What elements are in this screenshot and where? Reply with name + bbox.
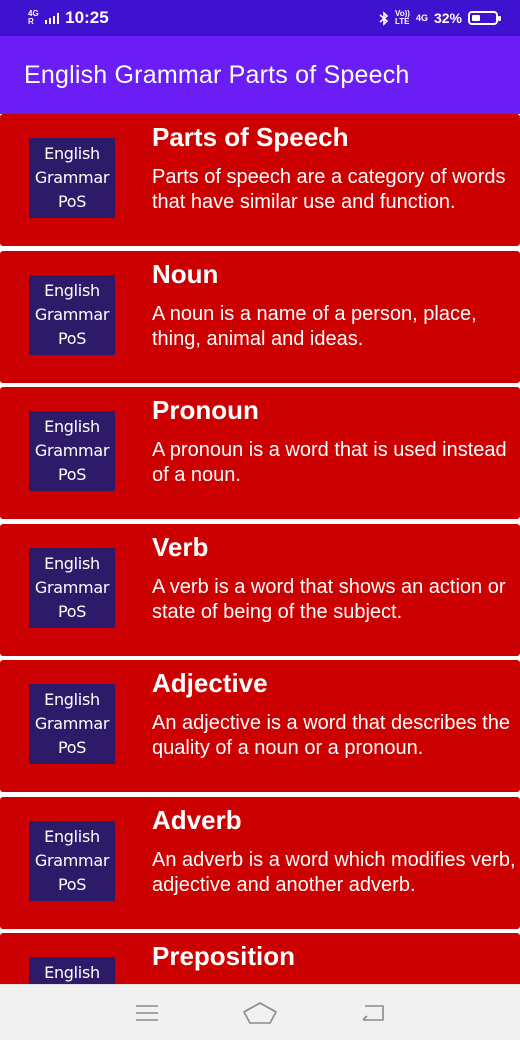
back-icon bbox=[362, 1004, 385, 1021]
bluetooth-icon bbox=[379, 10, 389, 26]
battery-percent: 32% bbox=[433, 10, 462, 26]
list-item[interactable]: English Grammar PoS Adjective An adjective i… bbox=[0, 660, 520, 792]
thumbnail-text: PoS bbox=[57, 465, 87, 484]
thumbnail-text: English bbox=[44, 553, 100, 573]
item-thumbnail: English Grammar PoS bbox=[29, 547, 115, 628]
thumbnail-text: PoS bbox=[57, 738, 87, 757]
status-right: Vo)) LTE 4G 32% bbox=[379, 10, 501, 26]
list-item[interactable]: English Grammar PoS Verb A verb is a word th… bbox=[0, 523, 520, 656]
list-item[interactable]: English Grammar PoS Noun A noun is a name of… bbox=[0, 250, 520, 383]
item-title: Verb bbox=[152, 531, 209, 562]
roaming-label: R bbox=[28, 17, 34, 26]
item-description: A pronoun is a word that is used instead… bbox=[152, 439, 507, 486]
parts-of-speech-list[interactable]: English Grammar PoS Parts of Speech Parts of… bbox=[0, 114, 520, 984]
menu-button[interactable] bbox=[127, 998, 167, 1028]
app-bar: English Grammar Parts of Speech bbox=[0, 36, 520, 114]
item-title: Parts of Speech bbox=[152, 122, 349, 152]
volte-indicator: Vo)) LTE bbox=[395, 10, 410, 26]
data-type-label: 4G bbox=[415, 13, 428, 23]
back-button[interactable] bbox=[353, 998, 393, 1028]
thumbnail-text: English bbox=[44, 144, 100, 163]
thumbnail-text: English bbox=[44, 963, 100, 982]
item-title: Adverb bbox=[152, 804, 242, 835]
list-item[interactable]: English Grammar PoS Parts of Speech Parts of… bbox=[0, 114, 520, 246]
list-item[interactable]: EnglishGrammarPoS Preposition bbox=[0, 933, 520, 984]
item-title: Pronoun bbox=[152, 395, 259, 425]
thumbnail-text: Grammar bbox=[34, 304, 110, 324]
clock: 10:25 bbox=[65, 8, 109, 27]
item-thumbnail: EnglishGrammarPoS bbox=[29, 957, 115, 984]
item-description: A noun is a name of a person, place, thi… bbox=[152, 302, 477, 350]
thumbnail-text: Grammar bbox=[34, 168, 110, 187]
item-thumbnail: English Grammar PoS bbox=[29, 411, 115, 491]
thumbnail-text: Grammar bbox=[34, 441, 110, 460]
item-description: An adverb is a word which modifies verb,… bbox=[152, 848, 516, 896]
thumbnail-text: English bbox=[44, 280, 100, 300]
item-description: An adjective is a word that describes th… bbox=[152, 712, 510, 759]
navigation-bar bbox=[0, 984, 520, 1040]
home-icon bbox=[243, 1001, 277, 1024]
volte-bottom-label: LTE bbox=[394, 17, 410, 26]
thumbnail-text: English bbox=[44, 826, 100, 846]
item-thumbnail: English Grammar PoS bbox=[29, 684, 115, 764]
item-thumbnail: English Grammar PoS bbox=[29, 820, 115, 901]
network-type: 4G R bbox=[28, 10, 39, 26]
thumbnail-text: Grammar bbox=[34, 714, 110, 733]
thumbnail-text: PoS bbox=[57, 601, 87, 621]
home-button[interactable] bbox=[240, 998, 280, 1028]
thumbnail-text: English bbox=[44, 690, 100, 709]
item-thumbnail: English Grammar PoS bbox=[29, 138, 115, 218]
item-title: Adjective bbox=[152, 668, 268, 698]
menu-icon bbox=[135, 1004, 158, 1021]
status-left: 4G R 10:25 bbox=[28, 8, 109, 28]
list-item[interactable]: English Grammar PoS Adverb An adverb is a wo… bbox=[0, 796, 520, 929]
thumbnail-text: Grammar bbox=[34, 577, 110, 597]
item-thumbnail: English Grammar PoS bbox=[29, 274, 115, 355]
battery-icon bbox=[468, 11, 501, 25]
thumbnail-text: PoS bbox=[57, 192, 87, 211]
thumbnail-text: PoS bbox=[57, 328, 87, 348]
thumbnail-text: Grammar bbox=[34, 850, 110, 870]
item-title: Preposition bbox=[152, 941, 296, 971]
thumbnail-text: English bbox=[44, 417, 100, 436]
item-description: Parts of speech are a category of words … bbox=[152, 166, 506, 213]
item-title: Noun bbox=[152, 258, 219, 289]
item-description: A verb is a word that shows an action or… bbox=[152, 575, 506, 623]
list-item[interactable]: English Grammar PoS Pronoun A pronoun is a w… bbox=[0, 387, 520, 519]
app-title: English Grammar Parts of Speech bbox=[24, 60, 410, 89]
thumbnail-text: PoS bbox=[57, 874, 87, 894]
status-bar: 4G R 10:25 Vo)) LTE 4G 32% bbox=[0, 0, 520, 36]
signal-icon bbox=[44, 12, 60, 24]
battery-fill bbox=[472, 15, 481, 21]
